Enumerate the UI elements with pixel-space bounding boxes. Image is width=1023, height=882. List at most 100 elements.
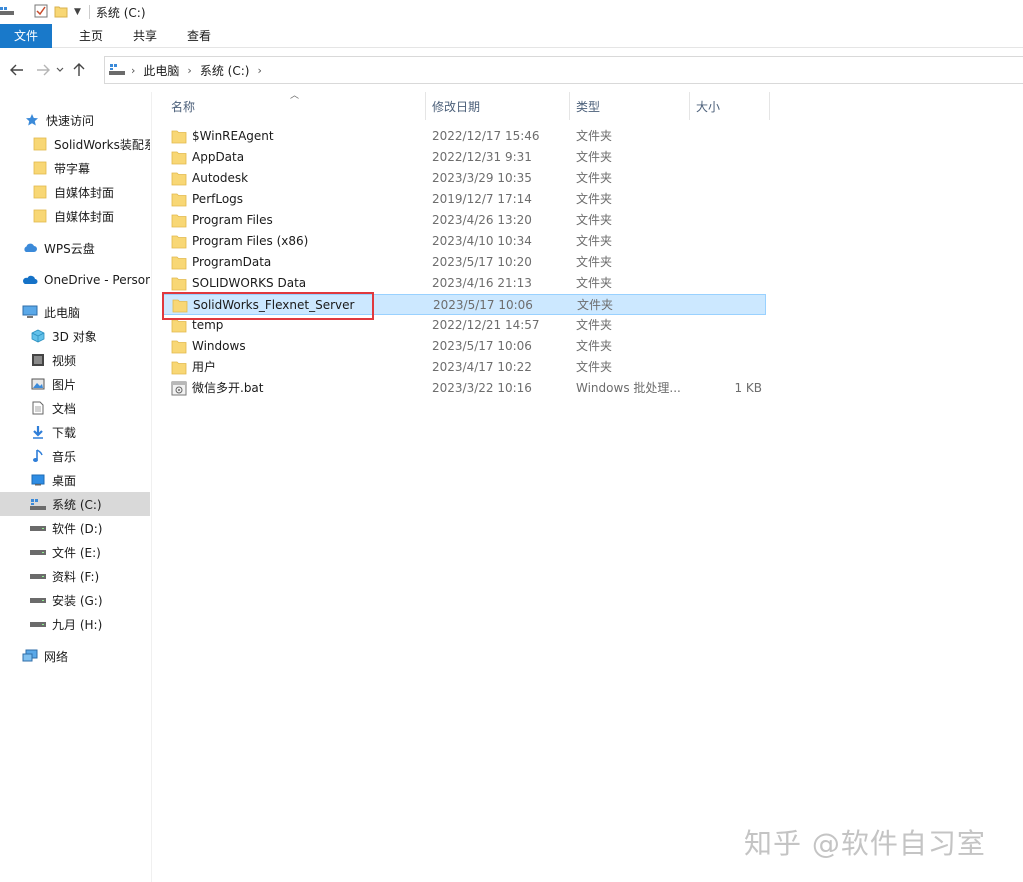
sidebar-item-solidworks[interactable]: SolidWorks装配系 [0,132,150,156]
sidebar-item-downloads[interactable]: 下载 [0,420,150,444]
document-icon [30,400,46,416]
file-name: Autodesk [192,171,249,185]
sidebar-item-drive-h[interactable]: 九月 (H:) [0,612,150,636]
file-type: 文件夹 [576,318,613,332]
breadcrumb-chevron-icon[interactable]: › [187,64,191,77]
folder-icon [171,234,187,249]
recent-locations-button[interactable] [54,59,66,81]
drive-icon [30,520,46,536]
new-folder-icon[interactable] [54,4,68,21]
file-type: 文件夹 [577,298,614,312]
file-row[interactable]: Windows 2023/5/17 10:06 文件夹 [163,336,766,357]
file-type: 文件夹 [576,339,613,353]
file-type: 文件夹 [576,255,613,269]
sidebar-item-documents[interactable]: 文档 [0,396,150,420]
tab-home[interactable]: 主页 [66,24,116,48]
sidebar-item-drive-d[interactable]: 软件 (D:) [0,516,150,540]
file-row[interactable]: SOLIDWORKS Data 2023/4/16 21:13 文件夹 [163,273,766,294]
column-divider[interactable] [769,92,770,120]
download-icon [30,424,46,440]
column-header-type[interactable]: 类型 [576,92,688,120]
column-divider[interactable] [425,92,426,120]
sidebar-item-music[interactable]: 音乐 [0,444,150,468]
file-name: PerfLogs [192,192,244,206]
sidebar-item-drive-e[interactable]: 文件 (E:) [0,540,150,564]
sidebar-item-label: WPS云盘 [44,241,95,256]
file-row[interactable]: PerfLogs 2019/12/7 17:14 文件夹 [163,189,766,210]
drive-icon [0,5,14,20]
file-name: SOLIDWORKS Data [192,276,307,290]
column-header-name[interactable]: 名称 [171,92,425,120]
column-divider[interactable] [689,92,690,120]
sidebar-item-pictures[interactable]: 图片 [0,372,150,396]
customize-toolbar-icon[interactable]: ▼ [74,7,81,17]
sidebar-item-label: OneDrive - Person [44,273,150,287]
window-title: 系统 (C:) [95,5,146,20]
file-date: 2023/3/29 10:35 [432,171,532,185]
arrow-up-icon [73,63,85,76]
sidebar-item-label: 桌面 [52,473,77,488]
breadcrumb-system-drive[interactable]: 系统 (C:) [200,62,250,79]
sidebar-item-label: 视频 [52,353,77,368]
drive-icon [30,616,46,632]
file-row[interactable]: Autodesk 2023/3/29 10:35 文件夹 [163,168,766,189]
file-date: 2023/3/22 10:16 [432,381,532,395]
sidebar-item-wps-cloud[interactable]: WPS云盘 [0,236,150,260]
file-row[interactable]: AppData 2022/12/31 9:31 文件夹 [163,147,766,168]
file-type: 文件夹 [576,213,613,227]
file-row[interactable]: Program Files 2023/4/26 13:20 文件夹 [163,210,766,231]
file-row[interactable]: 微信多开.bat 2023/3/22 10:16 Windows 批处理... 1 K… [163,378,766,399]
file-type: 文件夹 [576,360,613,374]
file-row[interactable]: ProgramData 2023/5/17 10:20 文件夹 [163,252,766,273]
column-header-size[interactable]: 大小 [696,92,768,120]
star-icon [24,112,40,128]
music-icon [30,448,46,464]
sidebar-item-media-cover-2[interactable]: 自媒体封面 [0,204,150,228]
sidebar-item-system-c[interactable]: 系统 (C:) [0,492,150,516]
arrow-left-icon [10,64,23,76]
tab-share[interactable]: 共享 [120,24,170,48]
breadcrumb-this-pc[interactable]: 此电脑 [143,62,179,79]
sidebar-item-label: 九月 (H:) [52,617,103,632]
column-divider[interactable] [569,92,570,120]
breadcrumb-chevron-icon[interactable]: › [131,64,135,77]
folder-icon [171,255,187,270]
sidebar-item-media-cover[interactable]: 自媒体封面 [0,180,150,204]
file-type: Windows 批处理... [576,381,681,395]
file-row[interactable]: temp 2022/12/21 14:57 文件夹 [163,315,766,336]
forward-button[interactable] [32,59,54,81]
sidebar-item-onedrive[interactable]: OneDrive - Person [0,268,150,292]
sidebar-item-subtitles[interactable]: 带字幕 [0,156,150,180]
up-button[interactable] [68,59,90,81]
file-date: 2019/12/7 17:14 [432,192,532,206]
cloud-icon [22,240,38,256]
file-row[interactable]: Program Files (x86) 2023/4/10 10:34 文件夹 [163,231,766,252]
sidebar-item-desktop[interactable]: 桌面 [0,468,150,492]
folder-icon [171,360,187,375]
sidebar-item-this-pc[interactable]: 此电脑 [0,300,150,324]
back-button[interactable] [6,59,28,81]
tab-view[interactable]: 查看 [174,24,224,48]
sidebar-item-videos[interactable]: 视频 [0,348,150,372]
properties-icon[interactable] [34,4,48,21]
sidebar-item-drive-g[interactable]: 安装 (G:) [0,588,150,612]
sidebar-item-quick-access[interactable]: 快速访问 [0,108,150,132]
tab-file[interactable]: 文件 [0,23,53,48]
breadcrumb-chevron-icon[interactable]: › [257,64,261,77]
file-row[interactable]: SolidWorks_Flexnet_Server 2023/5/17 10:06… [163,294,766,315]
column-header-date[interactable]: 修改日期 [432,92,568,120]
file-row[interactable]: 用户 2023/4/17 10:22 文件夹 [163,357,766,378]
file-row[interactable]: $WinREAgent 2022/12/17 15:46 文件夹 [163,126,766,147]
sidebar-item-label: 带字幕 [54,161,91,176]
sidebar-item-drive-f[interactable]: 资料 (F:) [0,564,150,588]
sidebar-item-label: 文档 [52,401,77,416]
file-date: 2023/5/17 10:20 [432,255,532,269]
sidebar-item-3d-objects[interactable]: 3D 对象 [0,324,150,348]
folder-icon [171,318,187,333]
sidebar-item-network[interactable]: 网络 [0,644,150,668]
file-date: 2022/12/17 15:46 [432,129,540,143]
folder-icon [171,213,187,228]
address-bar[interactable]: › 此电脑 › 系统 (C:) › [104,56,1023,84]
folder-icon [172,298,188,313]
file-type: 文件夹 [576,171,613,185]
